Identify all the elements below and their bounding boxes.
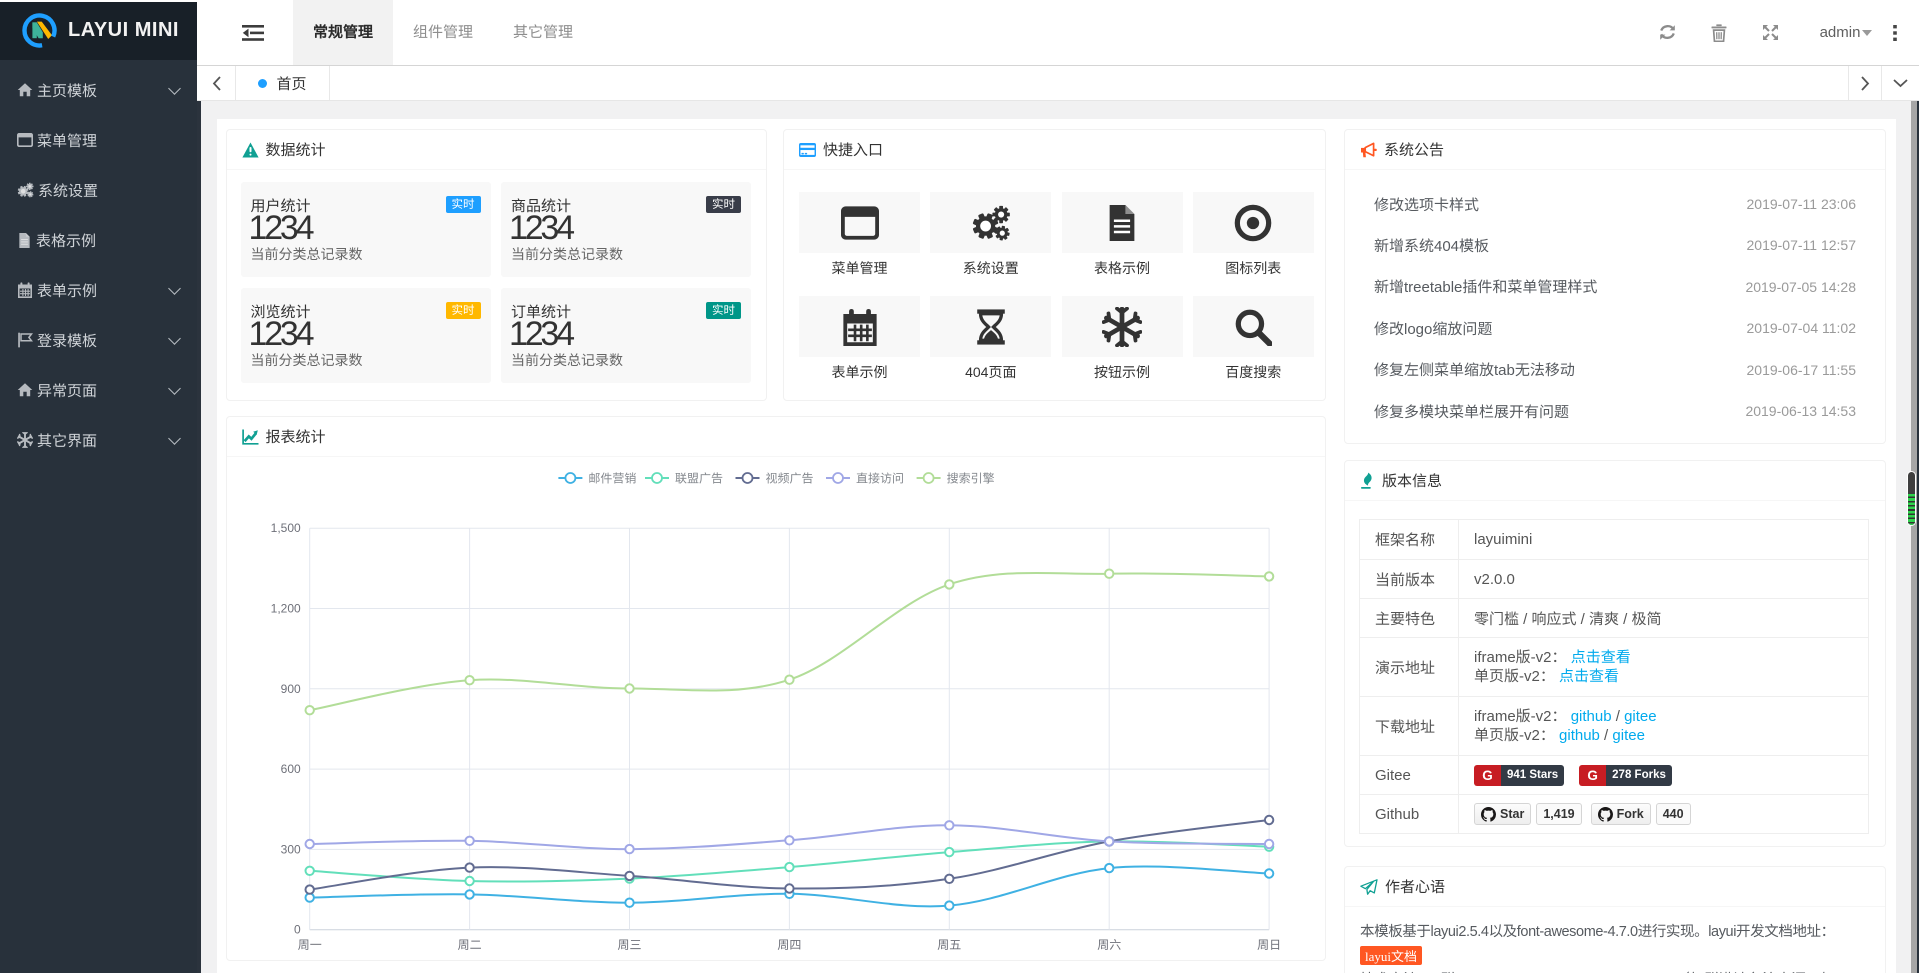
svg-text:1,500: 1,500 [270, 521, 300, 535]
svg-text:600: 600 [280, 762, 300, 776]
svg-text:周二: 周二 [457, 938, 481, 952]
svg-text:0: 0 [294, 923, 301, 937]
svg-text:900: 900 [280, 682, 300, 696]
svg-text:周五: 周五 [937, 938, 961, 952]
svg-text:邮件营销: 邮件营销 [588, 472, 636, 486]
svg-text:周三: 周三 [617, 938, 641, 952]
svg-text:周日: 周日 [1257, 938, 1281, 952]
svg-text:搜索引擎: 搜索引擎 [946, 472, 994, 486]
svg-text:周六: 周六 [1097, 938, 1121, 952]
svg-text:1,200: 1,200 [270, 602, 300, 616]
svg-text:300: 300 [280, 842, 300, 856]
svg-text:联盟广告: 联盟广告 [675, 472, 723, 486]
svg-text:周四: 周四 [777, 938, 801, 952]
svg-text:周一: 周一 [297, 938, 321, 952]
svg-text:直接访问: 直接访问 [856, 472, 904, 486]
svg-text:视频广告: 视频广告 [765, 472, 813, 486]
